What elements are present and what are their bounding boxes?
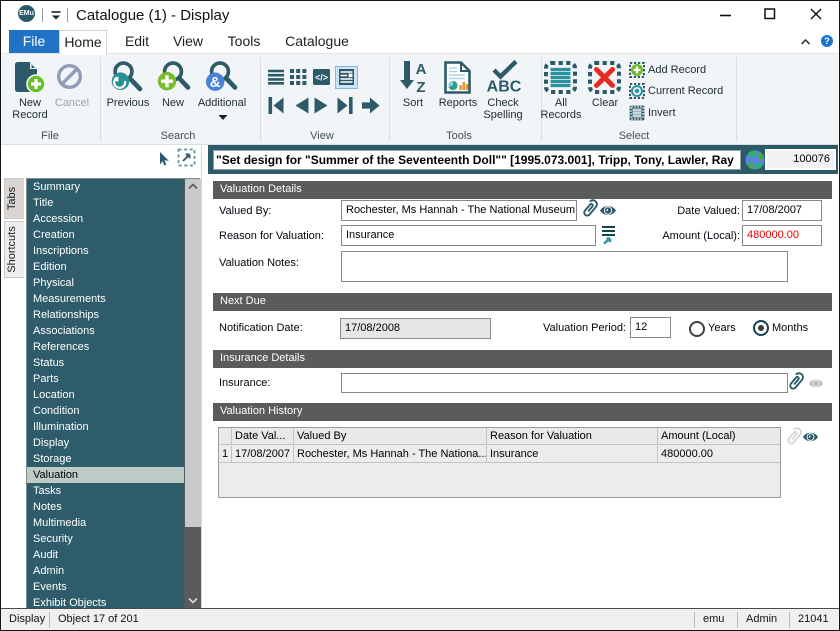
svg-text:Z: Z xyxy=(416,79,425,94)
svg-text:</>: </> xyxy=(315,73,328,83)
svg-text:Shortcuts: Shortcuts xyxy=(6,226,18,273)
svg-text:A: A xyxy=(416,61,427,78)
svg-text:ABC: ABC xyxy=(487,79,521,96)
svg-text:Tabs: Tabs xyxy=(6,186,18,210)
svg-text:&: & xyxy=(210,74,221,91)
